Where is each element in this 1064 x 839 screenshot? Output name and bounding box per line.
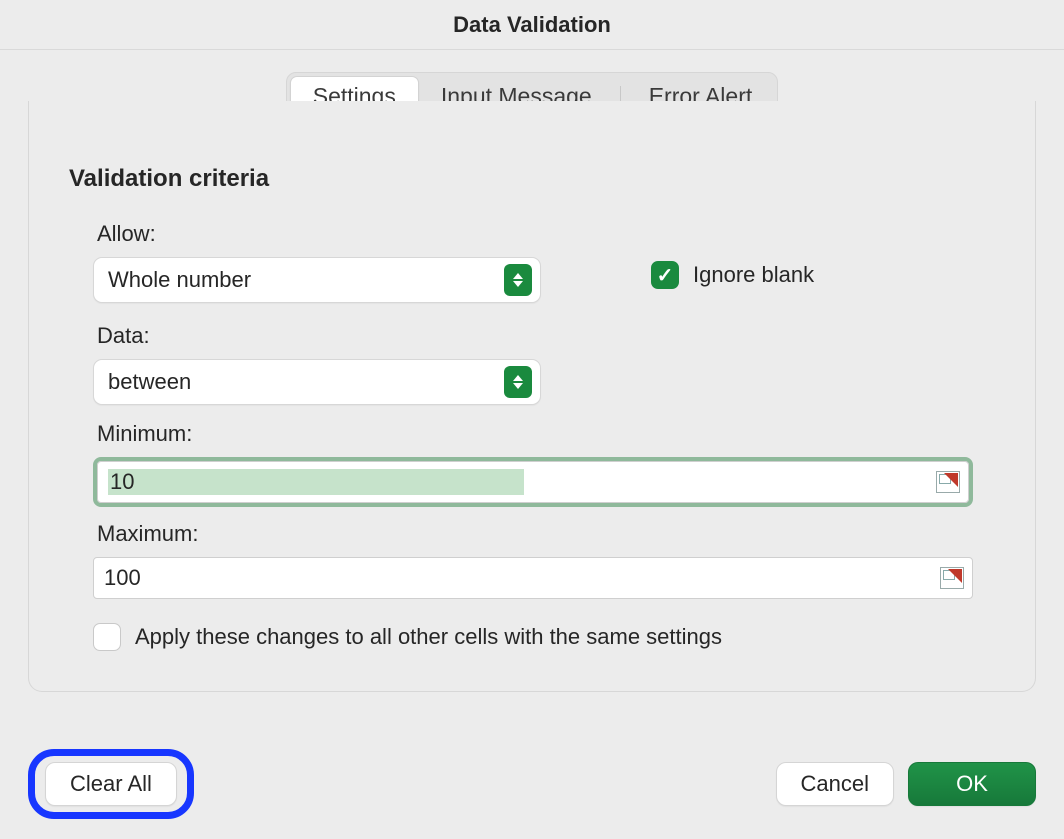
updown-icon xyxy=(504,264,532,296)
maximum-input[interactable]: 100 xyxy=(93,557,973,599)
maximum-value: 100 xyxy=(104,565,522,591)
allow-select[interactable]: Whole number xyxy=(93,257,541,303)
allow-label: Allow: xyxy=(97,221,541,247)
apply-all-checkbox[interactable] xyxy=(93,623,121,651)
minimum-field-focus-ring: 10 xyxy=(93,457,973,507)
clear-all-button[interactable]: Clear All xyxy=(45,762,177,806)
minimum-value: 10 xyxy=(108,469,524,495)
apply-all-label: Apply these changes to all other cells w… xyxy=(135,624,722,650)
dialog-title: Data Validation xyxy=(0,0,1064,50)
maximum-label: Maximum: xyxy=(97,521,973,547)
data-value: between xyxy=(108,369,504,395)
range-picker-icon[interactable] xyxy=(940,567,964,589)
updown-icon xyxy=(504,366,532,398)
dialog-footer: Clear All Cancel OK xyxy=(0,749,1064,819)
ignore-blank-label: Ignore blank xyxy=(693,262,814,288)
ok-button[interactable]: OK xyxy=(908,762,1036,806)
cancel-button[interactable]: Cancel xyxy=(776,762,894,806)
ignore-blank-checkbox[interactable]: ✓ xyxy=(651,261,679,289)
section-title: Validation criteria xyxy=(69,165,999,193)
range-picker-icon[interactable] xyxy=(936,471,960,493)
settings-panel: Validation criteria Allow: Whole number … xyxy=(28,101,1036,692)
minimum-label: Minimum: xyxy=(97,421,973,447)
data-label: Data: xyxy=(97,323,999,349)
data-select[interactable]: between xyxy=(93,359,541,405)
minimum-input[interactable]: 10 xyxy=(97,461,969,503)
annotation-highlight: Clear All xyxy=(28,749,194,819)
allow-value: Whole number xyxy=(108,267,504,293)
check-icon: ✓ xyxy=(657,263,674,288)
